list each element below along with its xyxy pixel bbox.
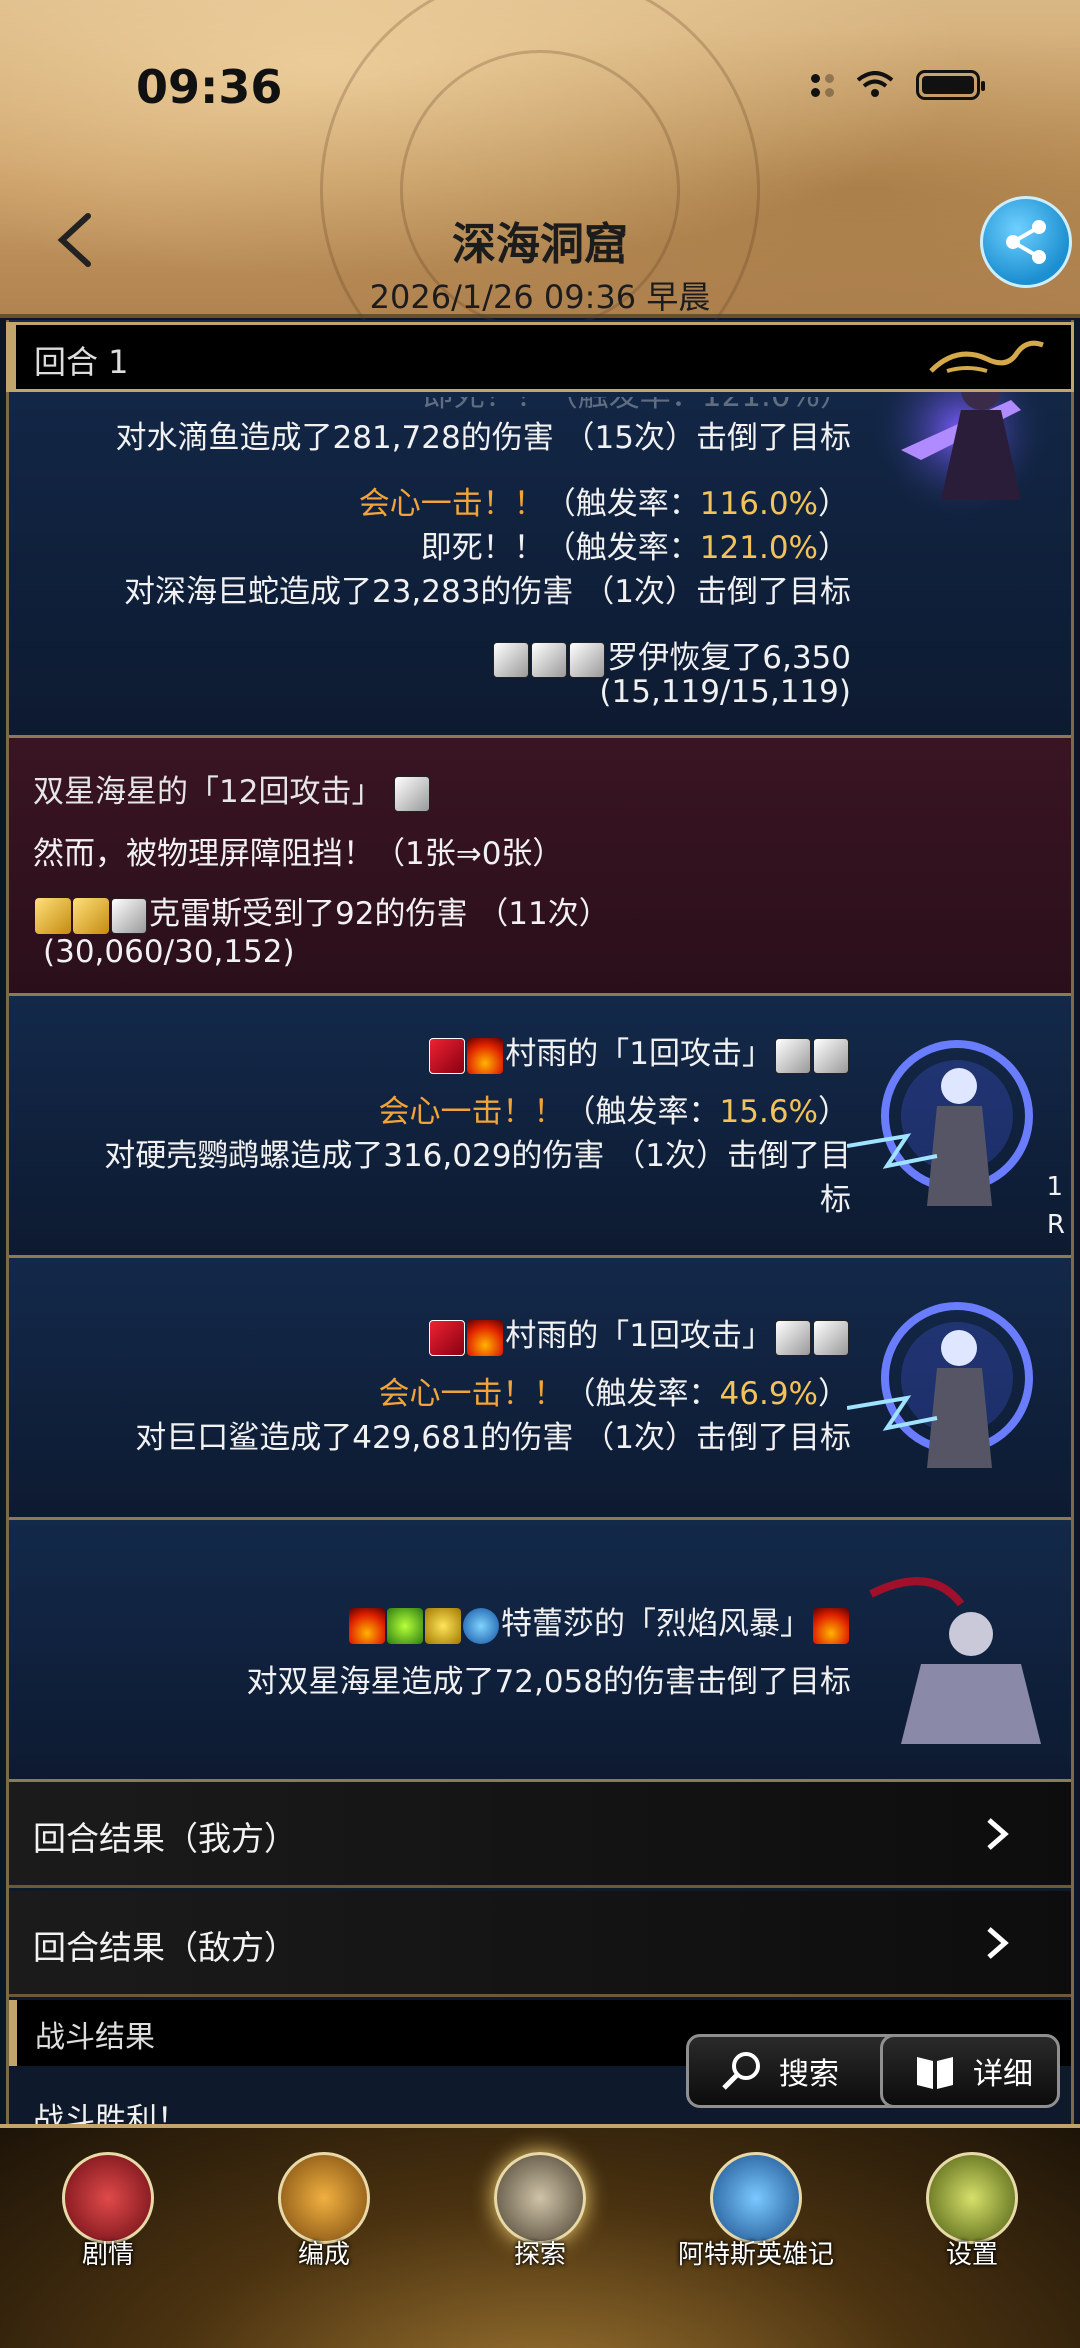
row-label: 回合结果（我方） xyxy=(33,1819,297,1858)
battle-victory-text: 战斗胜利！ xyxy=(33,2102,188,2124)
water-icon xyxy=(463,1607,499,1644)
fire-icon xyxy=(813,1607,849,1644)
bow-icon xyxy=(813,1037,849,1074)
log-entry-teresa: 特蕾莎的「烈焰风暴」 对双星海星造成了72,058的伤害击倒了目标 xyxy=(9,1520,1071,1782)
claw-icon xyxy=(775,1319,811,1356)
battery-icon xyxy=(916,70,985,100)
nav-label: 设置 xyxy=(945,2240,998,2270)
row-label: 回合结果（敌方） xyxy=(33,1928,297,1967)
story-icon xyxy=(62,2152,154,2244)
character-portrait-murasame xyxy=(847,1302,1033,1468)
wifi-icon xyxy=(856,71,894,97)
log-entry-title: 村雨的「1回攻击」 xyxy=(427,1028,851,1074)
share-button[interactable] xyxy=(980,196,1072,288)
nav-story[interactable]: 剧情 xyxy=(18,2152,198,2302)
nav-label: 探索 xyxy=(513,2240,566,2270)
round-header: 回合 1 xyxy=(6,322,1074,392)
bottom-nav: 剧情 编成 探索 阿特斯英雄记 设置 xyxy=(0,2124,1080,2348)
book-icon xyxy=(917,2057,953,2089)
signal-icon xyxy=(811,73,834,97)
battle-log[interactable]: 即死！！（触发率：121.0%） 对水滴鱼造成了281,728的伤害 （15次）… xyxy=(6,320,1074,2124)
status-icons xyxy=(811,70,985,100)
nav-formation[interactable]: 编成 xyxy=(234,2152,414,2302)
nav-chronicle[interactable]: 阿特斯英雄记 xyxy=(666,2152,846,2302)
fire-icon xyxy=(467,1319,504,1356)
nav-label: 编成 xyxy=(297,2240,350,2270)
chronicle-icon xyxy=(710,2152,802,2244)
log-entry-title: 村雨的「1回攻击」 xyxy=(427,1310,851,1356)
lion-icon xyxy=(35,897,71,934)
round-result-ally-row[interactable]: 回合结果（我方） xyxy=(9,1782,1071,1888)
hp-line: (30,060/30,152) xyxy=(43,934,295,970)
crit-line: 会心一击！！（触发率：46.9%） xyxy=(378,1376,849,1412)
heal-line: 罗伊恢复了6,350 xyxy=(491,632,851,678)
formation-icon xyxy=(278,2152,370,2244)
buff-icons xyxy=(493,641,606,678)
crit-line: 会心一击！！（触发率：15.6%） xyxy=(378,1094,849,1130)
detail-button-label: 详细 xyxy=(973,2057,1033,2092)
claw-icon xyxy=(531,641,568,678)
settings-icon xyxy=(926,2152,1018,2244)
round-result-enemy-row[interactable]: 回合结果（敌方） xyxy=(9,1891,1071,1997)
search-button-label: 搜索 xyxy=(779,2057,839,2092)
ornament-icon xyxy=(929,340,1044,373)
section-title: 战斗结果 xyxy=(35,2020,155,2055)
sword-icon xyxy=(429,1037,466,1074)
crit-line: 会心一击！！（触发率：116.0%） xyxy=(358,486,849,522)
explore-icon xyxy=(494,2152,586,2244)
page-datetime: 2026/1/26 09:36 早晨 xyxy=(369,278,711,316)
log-line: 对双星海星造成了72,058的伤害击倒了目标 xyxy=(246,1664,851,1700)
character-portrait-murasame xyxy=(847,1040,1033,1206)
log-entry-murasame-2: 村雨的「1回攻击」 会心一击！！（触发率：46.9%） 对巨口鲨造成了429,6… xyxy=(9,1258,1071,1520)
shield-icon xyxy=(73,897,109,934)
search-button[interactable]: 搜索 xyxy=(686,2034,908,2108)
header-bar: 09:36 深海洞窟 2026/1/26 09:36 早晨 xyxy=(0,0,1080,410)
level-badge: 1 xyxy=(1046,1172,1063,1202)
status-time: 09:36 xyxy=(136,60,283,114)
log-entry-starfish: 双星海星的「12回攻击」 然而，被物理屏障阻挡！（1张⇒0张） 克雷斯受到了92… xyxy=(9,738,1071,996)
wind-icon xyxy=(387,1607,423,1644)
chevron-right-icon xyxy=(987,1818,1009,1850)
log-entry-title: 双星海星的「12回攻击」 xyxy=(33,766,432,812)
page-title: 深海洞窟 xyxy=(452,219,628,270)
search-icon xyxy=(722,2052,760,2090)
thunder-icon xyxy=(425,1607,461,1644)
character-portrait-teresa xyxy=(869,1577,1041,1744)
claw-icon xyxy=(493,641,530,678)
nav-settings[interactable]: 设置 xyxy=(882,2152,1062,2302)
hp-line: (15,119/15,119) xyxy=(599,674,851,710)
log-entry-murasame-1: 村雨的「1回攻击」 会心一击！！（触发率：15.6%） 对硬壳鹦鹉螺造成了316… xyxy=(9,996,1071,1258)
instant-kill-line: 即死！！（触发率：121.0%） xyxy=(420,530,849,566)
claw-icon xyxy=(775,1037,811,1074)
fire-icon xyxy=(349,1607,385,1644)
status-icons-row xyxy=(35,897,147,934)
nav-explore[interactable]: 探索 xyxy=(450,2152,630,2302)
level-badge-r: R xyxy=(1046,1210,1065,1240)
log-entry-title: 特蕾莎的「烈焰风暴」 xyxy=(347,1598,851,1644)
detail-button[interactable]: 详细 xyxy=(880,2034,1060,2108)
log-line: 对巨口鲨造成了429,681的伤害 （1次）击倒了目标 xyxy=(135,1420,851,1456)
fist-icon xyxy=(394,775,431,812)
round-label: 回合 1 xyxy=(34,343,129,381)
log-line: 克雷斯受到了92的伤害 （11次） xyxy=(33,888,610,934)
share-icon xyxy=(1006,220,1046,264)
sword-icon xyxy=(429,1319,466,1356)
nav-label: 阿特斯英雄记 xyxy=(677,2240,834,2270)
log-line: 然而，被物理屏障阻挡！（1张⇒0张） xyxy=(33,836,564,872)
nav-label: 剧情 xyxy=(81,2240,134,2270)
log-line: 对水滴鱼造成了281,728的伤害 （15次）击倒了目标 xyxy=(115,420,852,456)
chevron-right-icon xyxy=(987,1927,1009,1959)
log-line: 对硬壳鹦鹉螺造成了316,029的伤害 （1次）击倒了目 xyxy=(104,1138,851,1174)
fire-icon xyxy=(467,1037,504,1074)
log-line: 对深海巨蛇造成了23,283的伤害 （1次）击倒了目标 xyxy=(123,574,851,610)
bow-icon xyxy=(813,1319,849,1356)
wall-icon xyxy=(111,897,147,934)
burst-icon xyxy=(569,641,606,678)
